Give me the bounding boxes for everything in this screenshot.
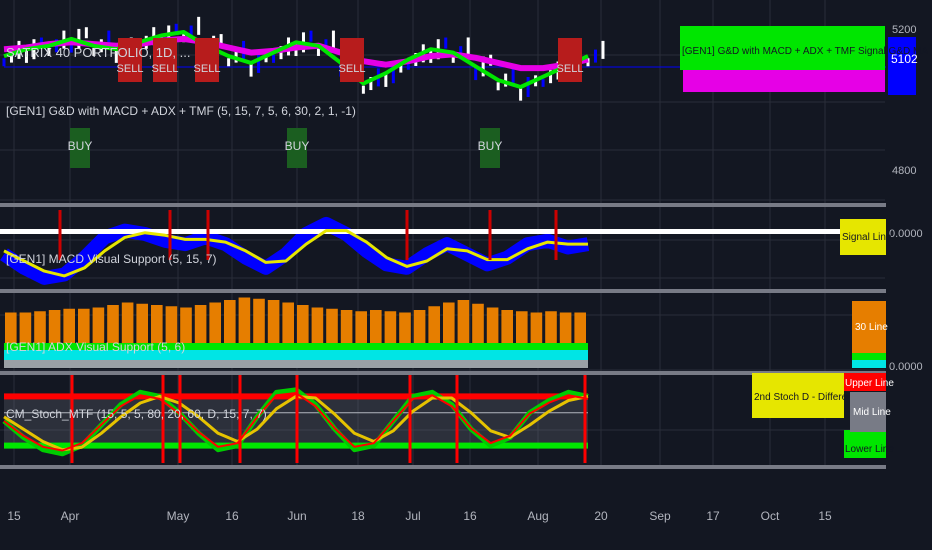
candle (361, 85, 365, 94)
stoch-title: CM_Stoch_MTF (15, 5, 5, 80, 20, 60, D, 1… (6, 407, 267, 421)
sell-signal-label: SELL (117, 63, 144, 75)
time-axis-label: 18 (351, 509, 365, 523)
candle (466, 37, 470, 56)
candle (331, 30, 335, 49)
sell-signal-label: SELL (152, 63, 179, 75)
candle (593, 49, 597, 63)
time-axis-label: Apr (61, 509, 80, 523)
macd-cross-bar (405, 210, 409, 260)
buy-signal-label: BUY (478, 139, 503, 153)
time-axis-label: 15 (818, 509, 832, 523)
sell-signal-box (340, 38, 364, 82)
sell-signal-label: SELL (339, 63, 366, 75)
lower-line-badge-text: Lower Line (845, 444, 894, 455)
candle (227, 58, 231, 67)
macd-zero-line (0, 229, 886, 234)
adx-bar (224, 300, 236, 350)
candle (84, 27, 88, 39)
macd-title: [GEN1] MACD Visual Support (5, 15, 7) (6, 252, 217, 266)
adx-bar (457, 300, 470, 350)
adx-bar (443, 302, 455, 350)
candle (496, 82, 500, 91)
stoch-cross-bar (583, 375, 587, 463)
signal-legend-text: [GEN1] G&D with MACD + ADX + TMF Signal … (682, 46, 928, 57)
time-axis-label: 20 (594, 509, 608, 523)
price-tick-5200: 5200 (892, 24, 916, 36)
adx-bar (267, 300, 280, 350)
pane-separator-0[interactable] (0, 203, 886, 207)
adx-30-badge-text: 30 Line (855, 322, 888, 333)
time-axis-label: Jun (287, 509, 306, 523)
candle (601, 40, 605, 59)
sell-signal-label: SELL (557, 63, 584, 75)
time-axis-label: 15 (7, 509, 21, 523)
stoch-cross-bar (295, 375, 299, 463)
time-axis-label: Jul (405, 509, 420, 523)
macd-signal-badge-text: Signal Line (842, 232, 892, 243)
adx-gray-band (4, 360, 588, 368)
signal-legend-box-magenta (683, 70, 885, 92)
adx-bar (253, 298, 265, 350)
sell-signal-label: SELL (194, 63, 221, 75)
mid-line-badge-text: Mid Line (853, 407, 891, 418)
candle (197, 16, 201, 35)
stoch-cross-bar (408, 375, 412, 463)
stoch-cross-bar (455, 375, 459, 463)
candle (272, 54, 276, 63)
time-axis-label: 16 (463, 509, 477, 523)
macd-tick-zero: 0.0000 (889, 228, 923, 240)
buy-signal-label: BUY (285, 139, 310, 153)
price-tick-4800: 4800 (892, 165, 916, 177)
adx-bar (238, 297, 251, 350)
symbol-title: SATRIX 40 PORTFOLIO, 1D, ... (6, 45, 190, 60)
pane-separator-1[interactable] (0, 289, 886, 293)
adx-bar (282, 302, 294, 350)
indicator-title: [GEN1] G&D with MACD + ADX + TMF (5, 15,… (6, 104, 356, 118)
candle (257, 52, 261, 73)
time-axis-label: May (167, 509, 190, 523)
sell-signal-box (195, 38, 219, 82)
candle (541, 78, 545, 87)
time-axis-label: 16 (225, 509, 239, 523)
macd-cross-bar (488, 210, 492, 260)
upper-line-badge-text: Upper Line (845, 378, 894, 389)
candle (526, 76, 530, 97)
time-axis-label: Sep (649, 509, 671, 523)
buy-signal-label: BUY (68, 139, 93, 153)
time-axis-label: Oct (761, 509, 780, 523)
adx-green-badge (852, 353, 886, 360)
adx-cyan-badge (852, 360, 886, 368)
time-axis-label: 17 (706, 509, 720, 523)
time-axis-label: Aug (527, 509, 548, 523)
candle (309, 30, 313, 42)
macd-cross-bar (554, 210, 558, 260)
candle (444, 37, 448, 49)
sell-signal-box (558, 38, 582, 82)
adx-bar (209, 302, 221, 350)
pane-separator-3[interactable] (0, 465, 886, 469)
adx-title: [GEN1] ADX Visual Support (5, 6) (6, 340, 185, 354)
chart-canvas[interactable]: BUY BUY BUY SELL SELL SELL SELL SELL 15 Apr May 16… (0, 0, 932, 550)
adx-tick-zero: 0.0000 (889, 361, 923, 373)
stoch-d-badge-text: 2nd Stoch D - Different (754, 392, 856, 403)
